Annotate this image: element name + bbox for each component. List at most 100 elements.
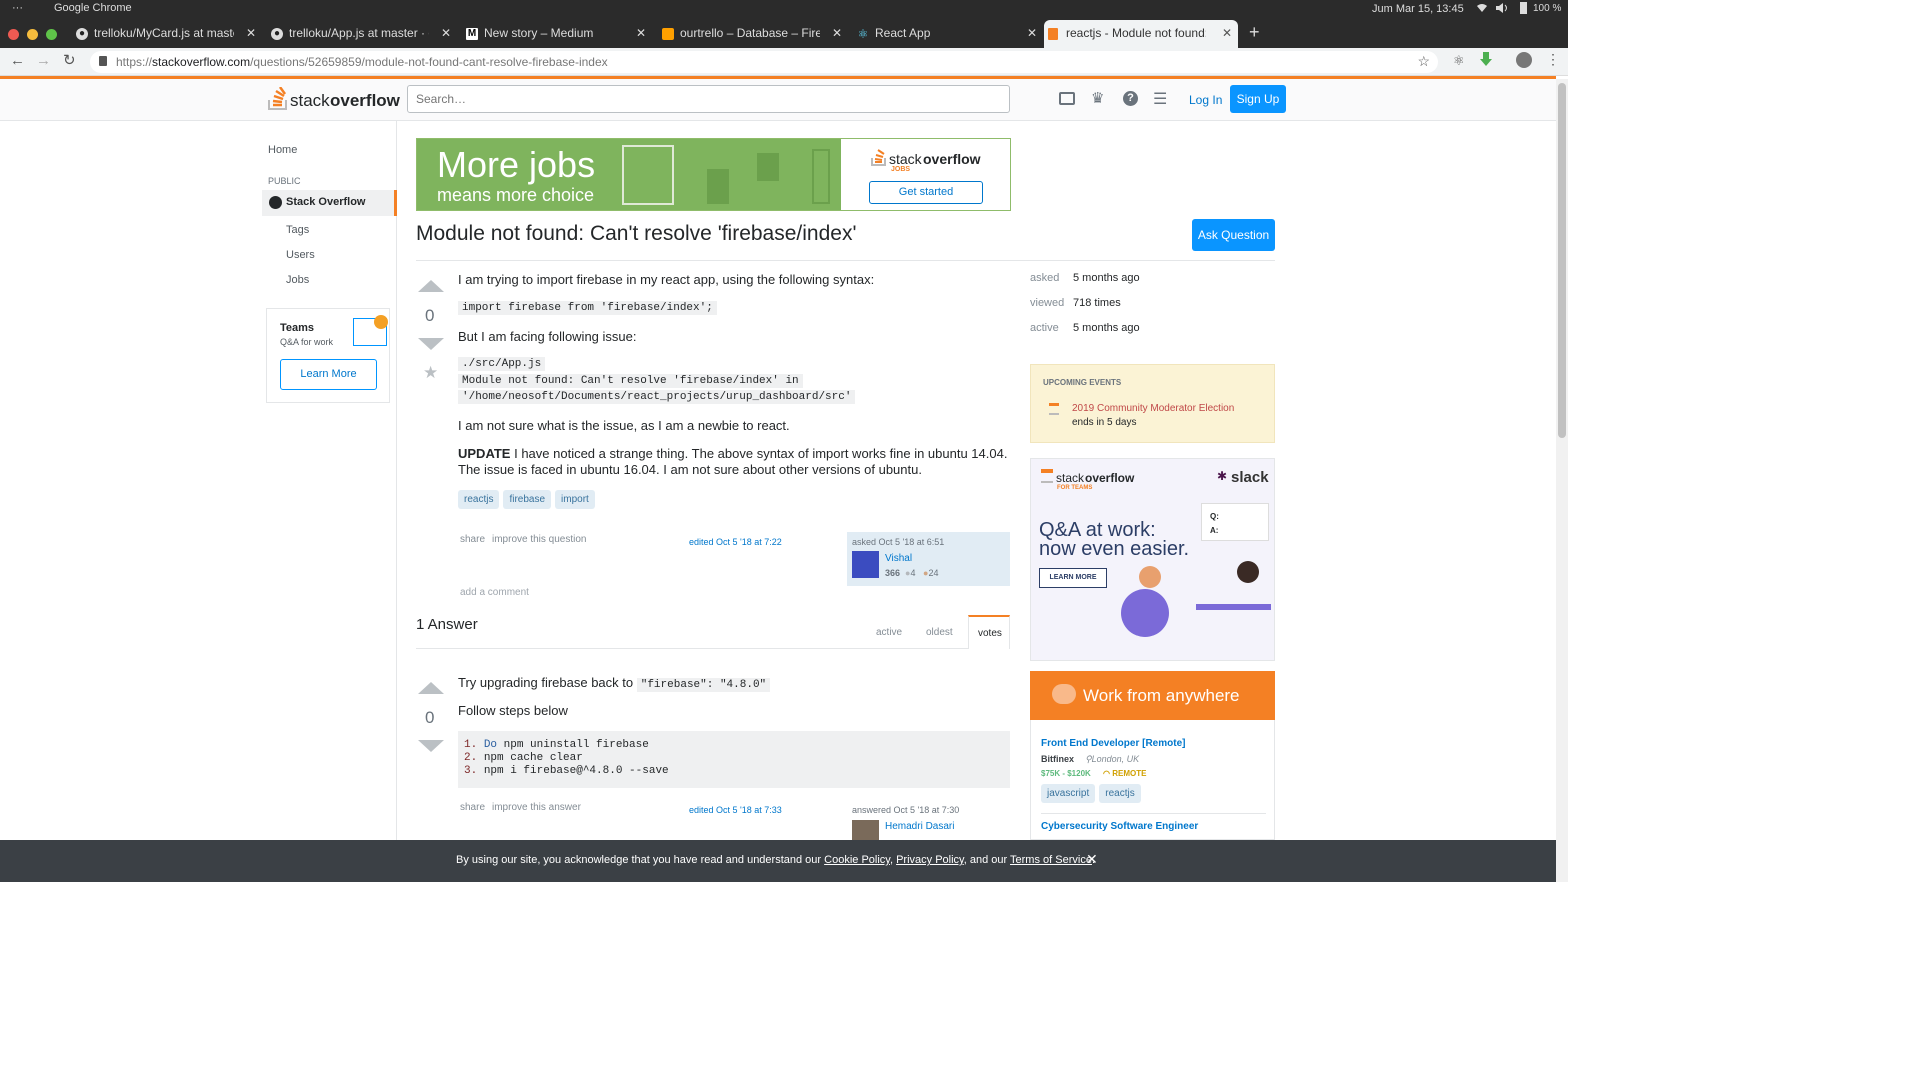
tab-strip: ● trelloku/MyCard.js at maste ✕ ● trello… [0,18,1568,48]
answerer-name[interactable]: Hemadri Dasari [885,821,954,832]
event-ends: ends in 5 days [1072,417,1137,428]
tab-title: trelloku/App.js at master · c [289,26,429,40]
nav-stackoverflow[interactable]: Stack Overflow [262,190,397,216]
stackoverflow-logo-icon [1041,469,1053,483]
login-link[interactable]: Log In [1189,93,1222,107]
asker-usercard: asked Oct 5 '18 at 6:51 Vishal 366 ●4 ●2… [847,532,1010,586]
job-tag-javascript[interactable]: javascript [1041,784,1096,803]
browser-tab[interactable]: ourtrello – Database – Fireb ✕ [658,20,848,48]
upvote-arrow-icon[interactable] [418,280,444,292]
inbox-icon[interactable] [1059,92,1075,105]
teams-learn-more-button[interactable]: LEARN MORE [1039,568,1107,588]
address-bar[interactable]: https://stackoverflow.com/questions/5265… [90,51,1438,73]
share-link[interactable]: share [460,534,485,545]
browser-tab[interactable]: M New story – Medium ✕ [462,20,652,48]
new-tab-icon[interactable]: + [1249,22,1260,43]
tag-import[interactable]: import [555,490,595,509]
event-link[interactable]: 2019 Community Moderator Election [1072,403,1234,414]
reload-icon[interactable]: ↻ [63,51,76,69]
browser-tab[interactable]: ● trelloku/MyCard.js at maste ✕ [72,20,262,48]
person-illustration [1121,589,1169,637]
question-title[interactable]: Module not found: Can't resolve 'firebas… [416,222,856,246]
sort-votes-label: votes [978,628,1002,639]
learn-more-button[interactable]: Learn More [280,359,377,390]
profile-avatar[interactable] [1516,52,1532,68]
download-extension-icon[interactable] [1480,52,1492,66]
cookie-policy-link[interactable]: Cookie Policy [824,854,890,866]
clock[interactable]: Jum Mar 15, 13:45 [1372,3,1464,15]
line-number: 1. [464,739,478,751]
browser-tab[interactable]: ⚛ React App ✕ [853,20,1043,48]
downvote-arrow-icon[interactable] [418,740,444,752]
wifi-icon[interactable] [1476,3,1488,13]
improve-answer-link[interactable]: improve this answer [492,802,581,813]
close-tab-icon[interactable]: ✕ [441,26,451,40]
signup-button[interactable]: Sign Up [1230,85,1286,113]
job-tag-reactjs[interactable]: reactjs [1099,784,1141,803]
browser-tab-active[interactable]: reactjs - Module not found: C ✕ [1044,20,1238,48]
nav-users[interactable]: Users [286,249,315,261]
close-tab-icon[interactable]: ✕ [1222,26,1232,40]
jobs-banner-ad[interactable]: More jobs means more choice stack overfl… [416,138,1011,211]
bookmark-star-icon[interactable]: ☆ [1417,53,1430,70]
close-tab-icon[interactable]: ✕ [246,26,256,40]
menu-kebab-icon[interactable]: ⋮ [1546,51,1560,68]
banner-shelf-illustration [757,153,779,181]
answer-paragraph: Try upgrading firebase back to "firebase… [458,675,771,692]
job-title-link[interactable]: Cybersecurity Software Engineer [1041,821,1198,832]
browser-tab[interactable]: ● trelloku/App.js at master · c ✕ [267,20,457,48]
cookie-text: By using our site, you acknowledge that … [456,854,1095,866]
job-title-link[interactable]: Front End Developer [Remote] [1041,738,1185,749]
achievements-trophy-icon[interactable]: ♛ [1091,89,1104,107]
site-logo[interactable]: stack overflow [268,85,400,113]
privacy-policy-link[interactable]: Privacy Policy [896,854,964,866]
close-window-icon[interactable] [8,29,19,40]
forward-arrow-icon[interactable]: → [36,52,51,69]
tag-reactjs[interactable]: reactjs [458,490,500,509]
jobs-widget-header[interactable]: Work from anywhere [1030,671,1275,720]
user-avatar[interactable] [852,551,879,578]
add-comment-link[interactable]: add a comment [460,587,529,598]
asker-name[interactable]: Vishal [885,553,912,564]
stat-active-value: 5 months ago [1073,322,1140,334]
share-link[interactable]: share [460,802,485,813]
teams-promo: Teams Q&A for work Learn More [266,308,390,403]
tag-firebase[interactable]: firebase [503,490,552,509]
site-switcher-icon[interactable]: ☰ [1153,89,1167,109]
activities-dots[interactable]: ··· [12,2,23,14]
back-arrow-icon[interactable]: ← [10,52,25,69]
get-started-button[interactable]: Get started [869,181,983,204]
close-tab-icon[interactable]: ✕ [832,26,842,40]
downvote-arrow-icon[interactable] [418,338,444,350]
terms-of-service-link[interactable]: Terms of Service [1010,854,1092,866]
favorite-star-icon[interactable]: ★ [423,363,438,383]
nav-jobs[interactable]: Jobs [286,274,309,286]
close-cookie-banner-icon[interactable]: ✕ [1086,851,1098,868]
code-text: npm uninstall firebase [497,739,649,751]
react-devtools-icon[interactable]: ⚛ [1453,53,1465,69]
edited-link[interactable]: edited Oct 5 '18 at 7:22 [689,537,782,547]
job-remote-text: REMOTE [1112,769,1147,778]
battery-icon[interactable] [1520,2,1527,14]
search-input[interactable] [407,85,1010,113]
sort-votes-tab[interactable]: votes [968,615,1010,649]
lock-icon [99,56,107,66]
user-avatar[interactable] [852,820,879,840]
nav-tags[interactable]: Tags [286,224,309,236]
help-icon[interactable]: ? [1123,91,1138,106]
sort-oldest-tab[interactable]: oldest [926,627,953,638]
minimize-window-icon[interactable] [27,29,38,40]
volume-icon[interactable] [1496,3,1508,13]
nav-home[interactable]: Home [268,144,297,156]
teams-slack-ad[interactable]: stack overflow FOR TEAMS ✱ slack Q&A at … [1030,458,1275,661]
close-tab-icon[interactable]: ✕ [1027,26,1037,40]
improve-question-link[interactable]: improve this question [492,534,587,545]
ask-question-button[interactable]: Ask Question [1192,219,1275,251]
scrollbar-thumb[interactable] [1558,83,1566,438]
maximize-window-icon[interactable] [46,29,57,40]
edited-link[interactable]: edited Oct 5 '18 at 7:33 [689,805,782,815]
upvote-arrow-icon[interactable] [418,682,444,694]
page-scrollbar[interactable] [1556,79,1568,882]
close-tab-icon[interactable]: ✕ [636,26,646,40]
sort-active-tab[interactable]: active [876,627,902,638]
